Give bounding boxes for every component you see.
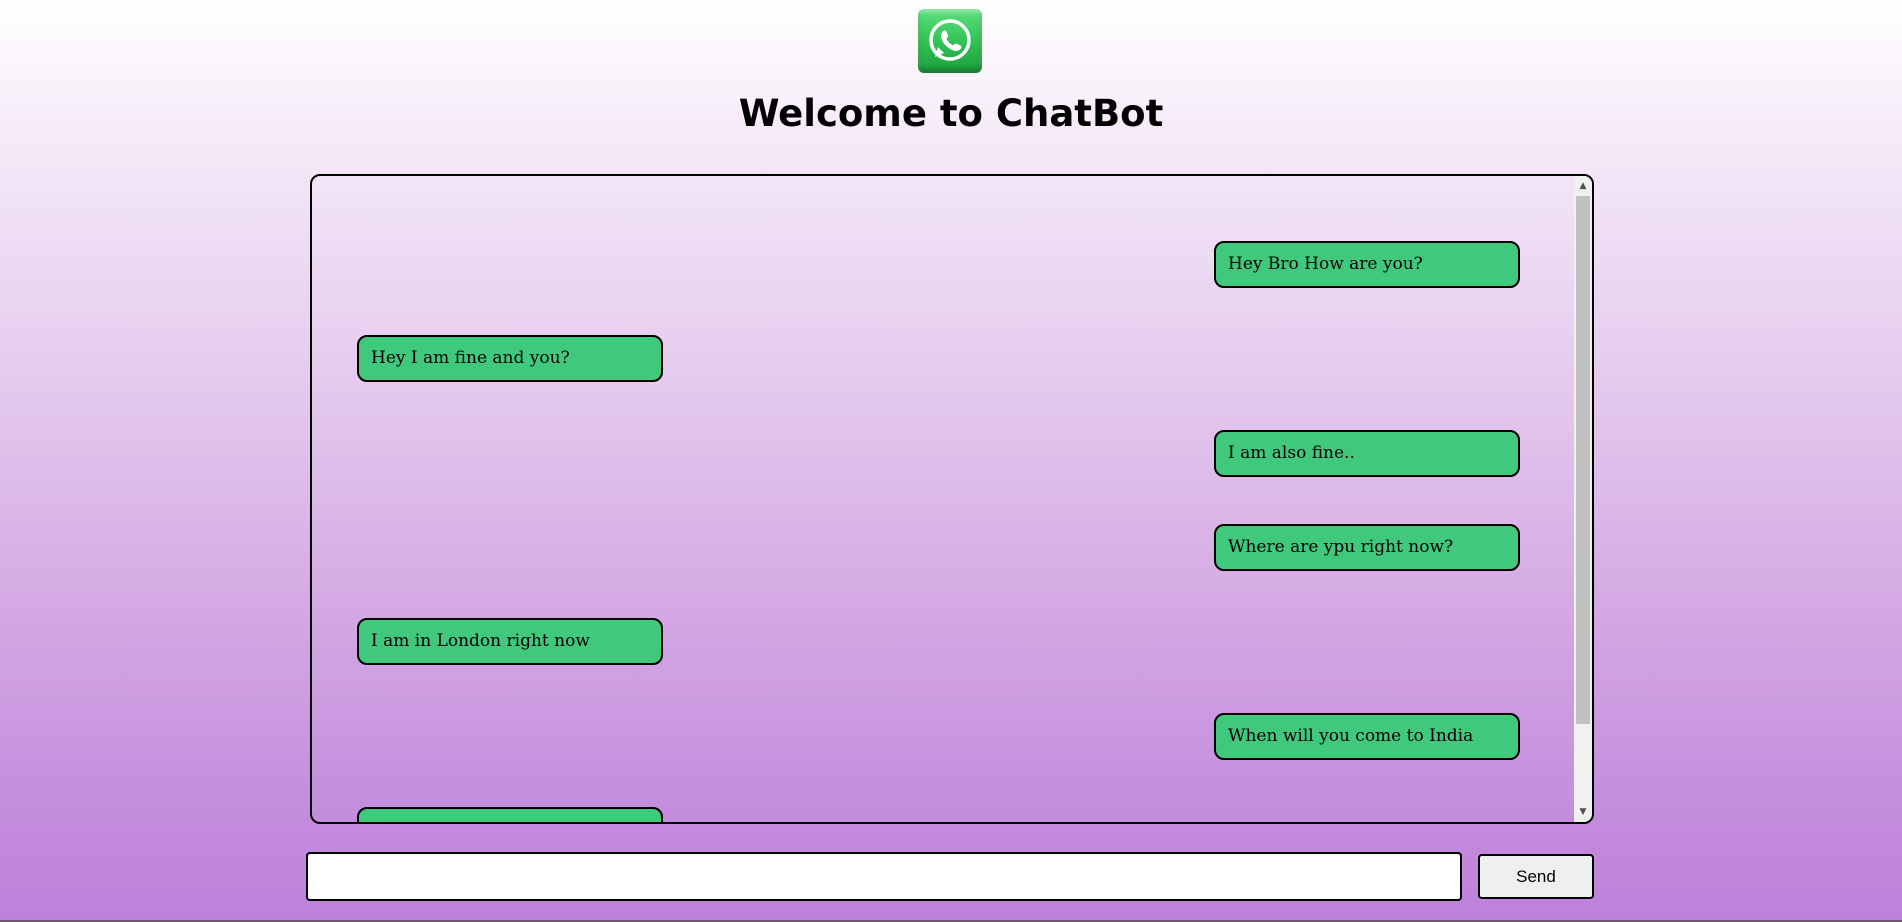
scroll-down-arrow-icon[interactable]: ▼	[1574, 805, 1592, 819]
chat-message-received	[357, 807, 663, 822]
message-input[interactable]	[306, 852, 1462, 901]
scrollbar-thumb[interactable]	[1576, 196, 1590, 724]
chat-message-sent: I am also fine..	[1214, 430, 1520, 477]
chat-message-sent: When will you come to India	[1214, 713, 1520, 760]
chat-scrollbar[interactable]: ▲ ▼	[1574, 176, 1592, 822]
page-title: Welcome to ChatBot	[738, 92, 1164, 135]
chat-message-sent: Hey Bro How are you?	[1214, 241, 1520, 288]
whatsapp-icon	[929, 19, 971, 61]
whatsapp-logo	[918, 9, 982, 73]
chat-window[interactable]: Hey Bro How are you? Hey I am fine and y…	[310, 174, 1594, 824]
chat-message-sent: Where are ypu right now?	[1214, 524, 1520, 571]
chat-message-received: I am in London right now	[357, 618, 663, 665]
chat-message-received: Hey I am fine and you?	[357, 335, 663, 382]
scroll-up-arrow-icon[interactable]: ▲	[1574, 179, 1592, 193]
send-button[interactable]: Send	[1478, 854, 1594, 899]
